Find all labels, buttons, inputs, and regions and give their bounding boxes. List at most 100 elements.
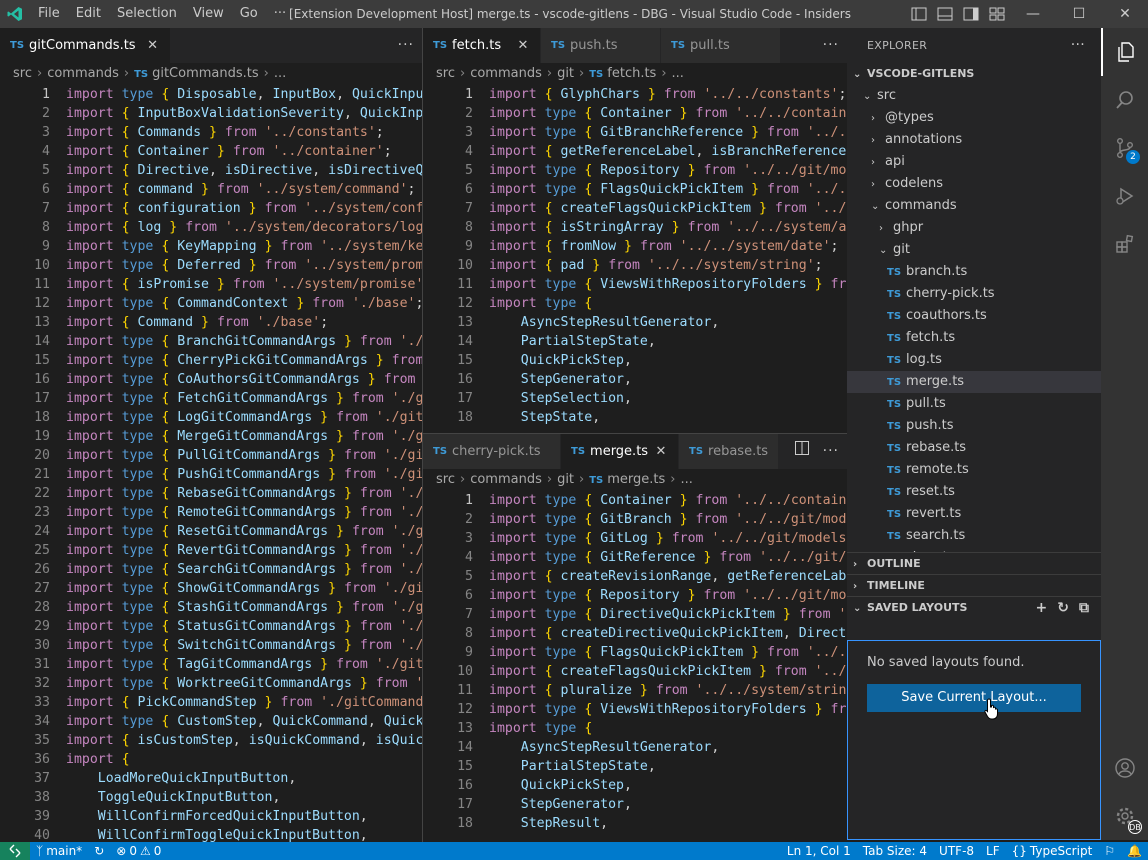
menu-edit[interactable]: Edit <box>68 0 109 28</box>
code-line[interactable]: 11 import type { ViewsWithRepositoryFolde… <box>423 275 847 294</box>
code-line[interactable]: 11 import { isPromise } from '../system/p… <box>0 275 422 294</box>
menu-selection[interactable]: Selection <box>109 0 185 28</box>
breadcrumb-src[interactable]: src <box>13 66 32 81</box>
code-line[interactable]: 29 import type { StatusGitCommandArgs } f… <box>0 617 422 636</box>
explorer-icon[interactable] <box>1101 28 1148 76</box>
code-line[interactable]: 34 import type { CustomStep, QuickCommand… <box>0 712 422 731</box>
search-icon[interactable] <box>1101 76 1148 124</box>
customize-layout-icon[interactable] <box>984 0 1010 28</box>
code-line[interactable]: 16 StepGenerator, <box>423 370 847 389</box>
remote-indicator-icon[interactable] <box>0 842 30 860</box>
tree-file-item[interactable]: TS pull.ts <box>847 393 1101 415</box>
code-line[interactable]: 15 PartialStepState, <box>423 757 847 776</box>
code-line[interactable]: 35 import { isCustomStep, isQuickCommand,… <box>0 731 422 750</box>
refresh-icon[interactable]: ↻ <box>1057 597 1069 619</box>
code-line[interactable]: 40 WillConfirmToggleQuickInputButton, <box>0 826 422 842</box>
code-line[interactable]: 14 PartialStepState, <box>423 332 847 351</box>
tree-folder-item[interactable]: › api <box>847 151 1101 173</box>
code-line[interactable]: 28 import type { StashGitCommandArgs } fr… <box>0 598 422 617</box>
code-line[interactable]: 19 import type { MergeGitCommandArgs } fr… <box>0 427 422 446</box>
tab-pull[interactable]: TS pull.ts <box>661 28 781 63</box>
code-line[interactable]: 30 import type { SwitchGitCommandArgs } f… <box>0 636 422 655</box>
code-line[interactable]: 11 import { pluralize } from '../../syste… <box>423 681 847 700</box>
code-line[interactable]: 9 import type { FlagsQuickPickItem } from… <box>423 643 847 662</box>
code-line[interactable]: 1 import type { Disposable, InputBox, Qui… <box>0 85 422 104</box>
code-line[interactable]: 2 import type { GitBranch } from '../../g… <box>423 510 847 529</box>
code-line[interactable]: 18 StepResult, <box>423 814 847 833</box>
feedback-icon[interactable]: ⚐ <box>1098 842 1121 860</box>
toggle-secondary-sidebar-icon[interactable] <box>958 0 984 28</box>
code-line[interactable]: 17 import type { FetchGitCommandArgs } fr… <box>0 389 422 408</box>
tab-cherry-pick[interactable]: TS cherry-pick.ts <box>423 434 561 469</box>
code-line[interactable]: 4 import { getReferenceLabel, isBranchRef… <box>423 142 847 161</box>
save-current-layout-button[interactable]: Save Current Layout... <box>867 684 1081 712</box>
menu-file[interactable]: File <box>30 0 68 28</box>
breadcrumb-symbol[interactable]: ... <box>681 472 693 487</box>
code-line[interactable]: 21 import type { PushGitCommandArgs } fro… <box>0 465 422 484</box>
tree-file-item[interactable]: TS push.ts <box>847 415 1101 437</box>
code-line[interactable]: 17 StepGenerator, <box>423 795 847 814</box>
code-line[interactable]: 25 import type { RevertGitCommandArgs } f… <box>0 541 422 560</box>
menu-view[interactable]: View <box>185 0 232 28</box>
code-line[interactable]: 8 import { createDirectiveQuickPickItem, … <box>423 624 847 643</box>
tree-file-item[interactable]: TS merge.ts <box>847 371 1101 393</box>
code-line[interactable]: 12 import type { ViewsWithRepositoryFolde… <box>423 700 847 719</box>
code-line[interactable]: 1 import { GlyphChars } from '../../const… <box>423 85 847 104</box>
code-line[interactable]: 10 import { createFlagsQuickPickItem } fr… <box>423 662 847 681</box>
code-line[interactable]: 1 import type { Container } from '../../c… <box>423 491 847 510</box>
code-line[interactable]: 6 import { command } from '../system/comm… <box>0 180 422 199</box>
code-line[interactable]: 15 import type { CherryPickGitCommandArgs… <box>0 351 422 370</box>
code-line[interactable]: 36 import { <box>0 750 422 769</box>
code-editor[interactable]: 1 import type { Container } from '../../c… <box>423 491 847 833</box>
code-line[interactable]: 17 StepSelection, <box>423 389 847 408</box>
close-tab-icon[interactable]: ✕ <box>516 38 530 53</box>
split-editor-icon[interactable] <box>795 434 809 469</box>
code-line[interactable]: 26 import type { SearchGitCommandArgs } f… <box>0 560 422 579</box>
problems-status[interactable]: ⊗ 0 ⚠ 0 <box>110 842 167 860</box>
tree-folder-item[interactable]: ⌄ commands <box>847 195 1101 217</box>
tab-push[interactable]: TS push.ts <box>541 28 661 63</box>
more-actions-icon[interactable]: ··· <box>1071 28 1085 63</box>
code-line[interactable]: 20 import type { PullGitCommandArgs } fro… <box>0 446 422 465</box>
code-line[interactable]: 2 import type { Container } from '../../c… <box>423 104 847 123</box>
code-line[interactable]: 13 import { Command } from './base'; <box>0 313 422 332</box>
more-actions-icon[interactable]: ··· <box>823 434 839 469</box>
code-line[interactable]: 3 import type { GitLog } from '../../git/… <box>423 529 847 548</box>
code-line[interactable]: 3 import type { GitBranchReference } from… <box>423 123 847 142</box>
breadcrumb-git[interactable]: git <box>557 472 574 487</box>
toggle-panel-icon[interactable] <box>932 0 958 28</box>
outline-section-header[interactable]: › OUTLINE <box>847 552 1101 574</box>
breadcrumb-file[interactable]: merge.ts <box>607 472 665 487</box>
code-line[interactable]: 18 StepState, <box>423 408 847 427</box>
more-actions-icon[interactable]: ··· <box>398 28 414 63</box>
tree-file-item[interactable]: TS search.ts <box>847 525 1101 547</box>
tab-fetch[interactable]: TS fetch.ts ✕ <box>423 28 541 63</box>
close-tab-icon[interactable]: ✕ <box>146 38 160 53</box>
code-line[interactable]: 16 import type { CoAuthorsGitCommandArgs … <box>0 370 422 389</box>
end-of-line[interactable]: LF <box>980 842 1006 860</box>
code-line[interactable]: 2 import { InputBoxValidationSeverity, Qu… <box>0 104 422 123</box>
run-debug-icon[interactable] <box>1101 172 1148 220</box>
code-line[interactable]: 15 QuickPickStep, <box>423 351 847 370</box>
tree-folder-item[interactable]: ⌄ git <box>847 239 1101 261</box>
code-line[interactable]: 39 WillConfirmForcedQuickInputButton, <box>0 807 422 826</box>
add-icon[interactable]: + <box>1036 597 1048 619</box>
tree-folder-item[interactable]: › codelens <box>847 173 1101 195</box>
cursor-position[interactable]: Ln 1, Col 1 <box>781 842 857 860</box>
tree-file-item[interactable]: TS fetch.ts <box>847 327 1101 349</box>
breadcrumb-symbol[interactable]: ... <box>672 66 684 81</box>
code-line[interactable]: 24 import type { ResetGitCommandArgs } fr… <box>0 522 422 541</box>
source-control-icon[interactable]: 2 <box>1101 124 1148 172</box>
timeline-section-header[interactable]: › TIMELINE <box>847 574 1101 596</box>
saved-layouts-section-header[interactable]: ⌄ SAVED LAYOUTS + ↻ ⧉ <box>847 596 1101 618</box>
code-line[interactable]: 7 import { createFlagsQuickPickItem } fro… <box>423 199 847 218</box>
tree-folder-item[interactable]: › @types <box>847 107 1101 129</box>
breadcrumb-symbol[interactable]: ... <box>274 66 286 81</box>
tree-file-item[interactable]: TS log.ts <box>847 349 1101 371</box>
more-actions-icon[interactable]: ··· <box>823 28 839 63</box>
code-line[interactable]: 32 import type { WorktreeGitCommandArgs }… <box>0 674 422 693</box>
code-line[interactable]: 37 LoadMoreQuickInputButton, <box>0 769 422 788</box>
tree-file-item[interactable]: TS cherry-pick.ts <box>847 283 1101 305</box>
code-line[interactable]: 7 import { configuration } from '../syste… <box>0 199 422 218</box>
code-line[interactable]: 8 import { log } from '../system/decorato… <box>0 218 422 237</box>
